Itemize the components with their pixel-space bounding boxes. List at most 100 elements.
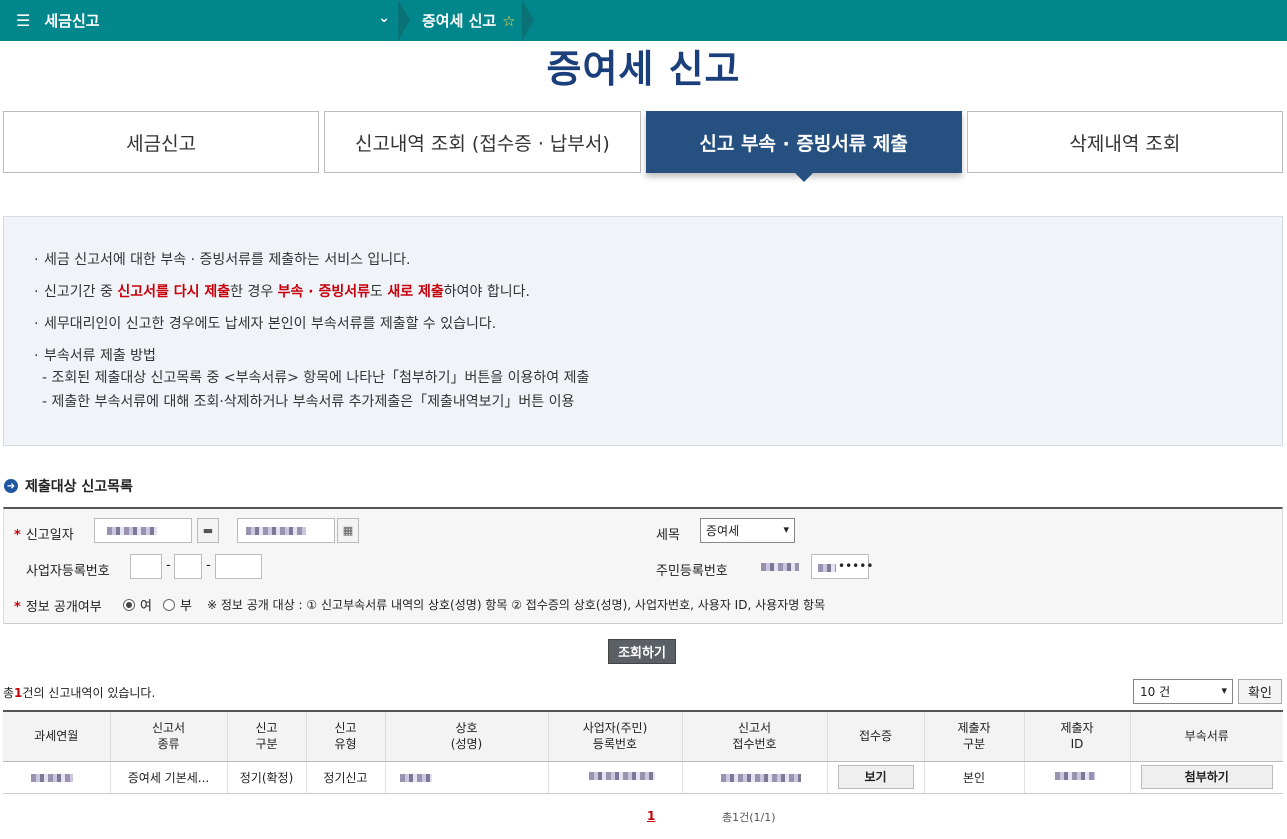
confirm-button[interactable]: 확인 [1238,679,1282,704]
chevron-down-icon[interactable]: ⌄ [378,10,390,26]
cell-submitter-id [1023,761,1130,794]
page-link-current[interactable]: 1 [647,809,655,823]
tab-bar: 세금신고 신고내역 조회 (접수증 · 납부서) 신고 부속 · 증빙서류 제출… [3,111,1283,182]
tab-report-history[interactable]: 신고내역 조회 (접수증 · 납부서) [324,111,641,173]
col-report-kind: 신고 구분 [226,710,306,762]
tab-tax-report[interactable]: 세금신고 [3,111,320,173]
count-prefix: 총 [3,686,15,700]
header-text: 부속서류 [1184,729,1229,744]
info-text: 하여야 합니다. [443,284,530,300]
header-text: 신고 [334,721,357,736]
masked-value [720,773,801,782]
biz-no-label: 사업자등록번호 [26,564,110,579]
attach-button[interactable]: 첨부하기 [1140,765,1273,789]
top-nav-bar: ☰ 세금신고 ⌄ 증여세 신고 ☆ [0,0,1287,41]
col-reg-no: 사업자(주민) 등록번호 [547,710,682,762]
breadcrumb-label: 증여세 신고 [422,12,497,30]
cell-report-kind: 정기(확정) [226,761,306,794]
radio-circle[interactable] [163,598,175,611]
result-count: 총1건의 신고내역이 있습니다. [3,684,155,701]
info-highlight: 부속 · 증빙서류 [277,284,371,300]
cell-form-type: 증여세 기본세... [109,761,227,794]
biz-no-field-1[interactable] [130,554,162,579]
info-text: 신고기간 중 [44,284,118,300]
header-text: 유형 [334,737,357,752]
page-total: 총1건(1/1) [722,811,776,824]
radio-circle[interactable] [123,598,135,611]
header-text: (성명) [450,737,483,752]
dash-separator: - [206,558,211,573]
masked-suffix: ••••• [838,559,874,573]
required-mark: * [14,600,21,615]
info-text: 한 경우 [230,284,278,300]
header-text: 등록번호 [592,737,638,752]
page-size-select[interactable]: 10 건 ▾ [1133,679,1233,704]
cell-receipt-no [681,761,827,794]
chevron-down-icon: ▾ [1221,684,1227,697]
masked-value [1054,771,1095,780]
star-favorite-icon[interactable]: ☆ [502,12,515,30]
date-from-input[interactable] [94,518,192,543]
masked-value [761,563,799,571]
search-form: * 신고일자 ▬ ▦ 세목 증여세 ▾ 사업자등록번호 - - 주민등록번호 •••… [3,507,1283,624]
disclosure-note: ※ 정보 공개 대상 : ① 신고부속서류 내역의 상호(성명) 항목 ② 접수… [207,598,826,612]
resident-no-field-1[interactable] [748,554,803,579]
info-text: 부속서류 제출 방법 [44,348,156,364]
report-date-label: * 신고일자 [14,524,74,543]
info-box: · 세금 신고서에 대한 부속 · 증빙서류를 제출하는 서비스 입니다. · 신고… [3,216,1283,446]
page-title: 증여세 신고 [546,47,741,91]
dash-separator: - [166,558,171,573]
cell-receipt: 보기 [826,761,924,794]
select-value: 10 건 [1140,685,1171,699]
header-text: 제출자 [1060,721,1094,736]
info-subline: - 제출한 부속서류에 대해 조회·삭제하거나 부속서류 추가제출은「제출내역보… [42,394,575,410]
info-line: · 신고기간 중 신고서를 다시 제출한 경우 부속 · 증빙서류도 새로 제출하… [34,284,530,300]
info-subline: - 조회된 제출대상 신고목록 중 <부속서류> 항목에 나타난「첨부하기」버튼… [42,370,590,386]
masked-value [818,564,836,572]
info-text: 세무대리인이 신고한 경우에도 납세자 본인이 부속서류를 제출할 수 있습니다… [44,316,497,332]
cell-tax-period [3,761,110,794]
radio-no[interactable]: 부 [163,595,192,614]
cell-submitter-type: 본인 [923,761,1024,794]
breadcrumb-current[interactable]: 증여세 신고 ☆ [412,0,516,41]
header-text: 신고서 [737,721,772,736]
header-text: 신고 [255,721,278,736]
required-mark: * [14,528,21,543]
cell-reg-no [547,761,682,794]
calendar-icon[interactable]: ▦ [337,518,359,543]
menu-dropdown[interactable]: ☰ 세금신고 ⌄ [0,0,398,41]
col-report-type: 신고 유형 [305,710,385,762]
biz-no-field-2[interactable] [174,554,202,579]
header-text: 과세연월 [34,729,79,744]
results-table: 과세연월 신고서 종류 신고 구분 신고 유형 상호 (성명) 사업자(주민) 등록번호 … [3,710,1283,794]
view-button[interactable]: 보기 [837,765,914,789]
table-header-row: 과세연월 신고서 종류 신고 구분 신고 유형 상호 (성명) 사업자(주민) 등록번호 … [3,710,1283,762]
biz-no-field-3[interactable] [215,554,262,579]
col-submitter-id: 제출자 ID [1023,710,1130,762]
header-text: 상호 [455,721,478,736]
date-to-input[interactable] [237,518,335,543]
table-row: 증여세 기본세... 정기(확정) 정기신고 보기 본인 첨부하기 [3,761,1283,794]
count-suffix: 건의 신고내역이 있습니다. [22,686,156,700]
cell-report-type: 정기신고 [305,761,385,794]
header-text: 사업자(주민) [582,721,648,736]
header-text: ID [1070,737,1084,752]
tab-attachments-submit[interactable]: 신고 부속 · 증빙서류 제출 [645,111,962,182]
col-submitter-type: 제출자 구분 [923,710,1024,762]
masked-value [31,773,73,782]
col-tax-period: 과세연월 [3,710,110,762]
tab-deleted-history[interactable]: 삭제내역 조회 [966,111,1283,173]
search-button[interactable]: 조회하기 [608,639,676,664]
radio-yes[interactable]: 여 [123,595,152,614]
col-name: 상호 (성명) [384,710,548,762]
breadcrumb-separator-end [522,0,534,41]
hamburger-icon[interactable]: ☰ [16,11,30,30]
info-line: · 세금 신고서에 대한 부속 · 증빙서류를 제출하는 서비스 입니다. [34,252,411,268]
radio-label: 부 [180,599,192,614]
info-highlight: 신고서를 다시 제출 [117,284,231,300]
calendar-icon[interactable]: ▬ [197,518,219,543]
section-title: ➜ 제출대상 신고목록 [4,476,133,496]
tax-item-select[interactable]: 증여세 ▾ [700,518,795,543]
breadcrumb-separator [398,0,412,41]
resident-no-field-2[interactable]: ••••• [811,554,873,579]
